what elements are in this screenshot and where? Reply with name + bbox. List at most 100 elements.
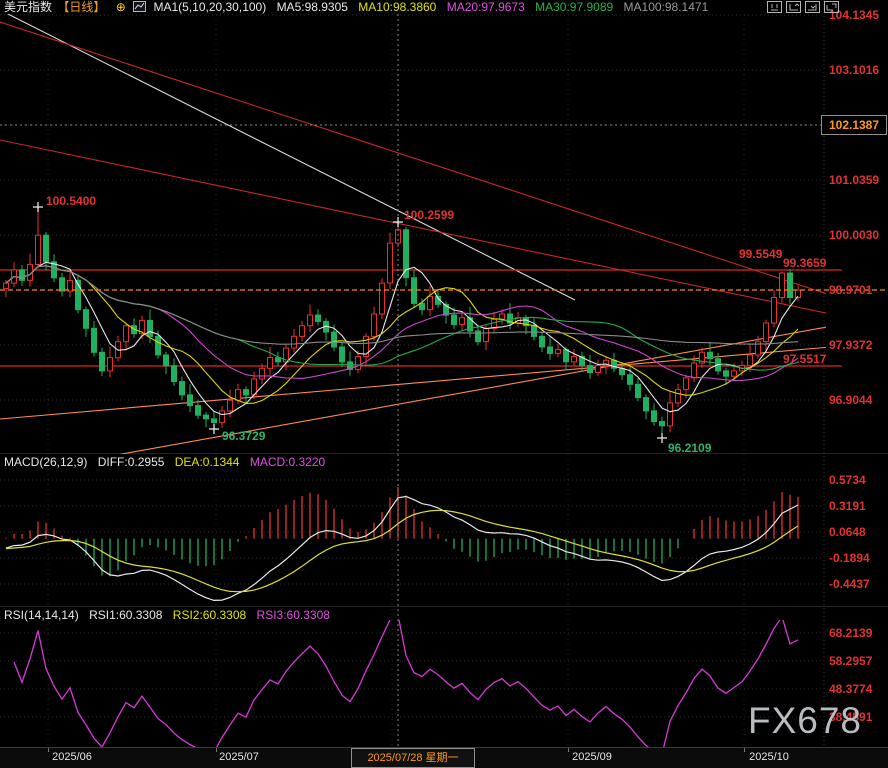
candle-body[interactable] [676, 390, 681, 403]
candle-body[interactable] [532, 326, 537, 337]
candle-body[interactable] [276, 358, 281, 362]
price-annotation: 97.5517 [783, 352, 827, 366]
macd-axis-label: -0.1894 [829, 551, 870, 565]
candle-body[interactable] [188, 395, 193, 406]
candle-body[interactable] [452, 315, 457, 325]
layout-new-window-icon[interactable] [824, 1, 839, 13]
candle-body[interactable] [292, 336, 297, 348]
candle-body[interactable] [100, 352, 105, 371]
candle-body[interactable] [668, 403, 673, 426]
candle-body[interactable] [692, 363, 697, 378]
candle-body[interactable] [428, 296, 433, 309]
candle-body[interactable] [236, 390, 241, 401]
trend-line[interactable] [0, 316, 888, 476]
macd-title[interactable]: MACD(26,12,9) [4, 455, 87, 469]
candle-body[interactable] [108, 358, 113, 371]
candle-body[interactable] [172, 366, 177, 382]
price-annotation: 100.2599 [404, 208, 454, 222]
candle-body[interactable] [300, 326, 305, 337]
candle-body[interactable] [356, 357, 361, 370]
candle-body[interactable] [340, 347, 345, 362]
candle-body[interactable] [60, 278, 65, 291]
candle-body[interactable] [204, 415, 209, 419]
x-axis-tick [48, 748, 49, 752]
macd-axis-label: 0.3191 [829, 499, 866, 513]
candle-body[interactable] [380, 283, 385, 314]
price-annotation: 96.2109 [668, 441, 712, 455]
candle-body[interactable] [732, 371, 737, 376]
candle-body[interactable] [548, 347, 553, 353]
candle-body[interactable] [228, 400, 233, 411]
candle-body[interactable] [660, 422, 665, 426]
candle-body[interactable] [772, 298, 777, 324]
ma100-value: MA100:98.1471 [624, 0, 709, 14]
x-axis-label: 2025/07 [219, 751, 259, 763]
candle-body[interactable] [788, 273, 793, 298]
rsi-axis-label: 68.2139 [829, 626, 873, 640]
candle-body[interactable] [20, 270, 25, 281]
candle-body[interactable] [36, 235, 41, 264]
trend-line[interactable] [0, 342, 888, 419]
candle-body[interactable] [268, 358, 273, 369]
macd-dea-value: DEA:0.1344 [175, 455, 240, 469]
candle-body[interactable] [124, 326, 129, 342]
candle-body[interactable] [164, 355, 169, 366]
candle-body[interactable] [484, 328, 489, 341]
candle-body[interactable] [260, 368, 265, 379]
layout-grid-icon[interactable] [767, 1, 782, 13]
crosshair-date-label: 2025/07/28 星期一 [351, 748, 475, 768]
layout-right-panel-icon[interactable] [805, 1, 820, 13]
candle-body[interactable] [708, 352, 713, 358]
candle-body[interactable] [636, 384, 641, 397]
ma10-value: MA10:98.3860 [358, 0, 436, 14]
fx678-watermark: FX678 [748, 700, 862, 742]
add-indicator-icon[interactable]: ⊕ [116, 0, 126, 14]
candle-body[interactable] [220, 411, 225, 423]
candle-body[interactable] [316, 315, 321, 321]
candle-body[interactable] [644, 398, 649, 411]
candle-body[interactable] [44, 235, 49, 262]
candle-body[interactable] [4, 283, 9, 288]
candle-body[interactable] [652, 411, 657, 422]
rsi-axis-label: 58.2957 [829, 654, 873, 668]
ma-settings-label[interactable]: MA1(5,10,20,30,100) [153, 0, 266, 14]
candle-body[interactable] [156, 336, 161, 355]
x-axis-label: 2025/09 [572, 751, 612, 763]
candle-body[interactable] [540, 336, 545, 347]
price-axis-label: 96.9044 [829, 393, 873, 407]
candle-body[interactable] [388, 243, 393, 283]
candle-body[interactable] [244, 390, 249, 395]
candle-body[interactable] [500, 314, 505, 319]
candle-body[interactable] [684, 378, 689, 390]
period-selector[interactable]: 【日线】 [57, 0, 105, 14]
candle-body[interactable] [332, 332, 337, 347]
candle-body[interactable] [196, 406, 201, 416]
candle-body[interactable] [148, 320, 153, 336]
candle-body[interactable] [92, 328, 97, 352]
candle-body[interactable] [588, 366, 593, 373]
chart-canvas[interactable]: 104.1345103.1016102.0687101.0359100.0030… [0, 0, 888, 768]
candle-body[interactable] [764, 323, 769, 342]
layout-left-panel-icon[interactable] [786, 1, 801, 13]
candle-body[interactable] [596, 366, 601, 373]
candle-body[interactable] [212, 419, 217, 423]
trend-line[interactable] [0, 10, 575, 300]
candle-body[interactable] [84, 310, 89, 329]
macd-axis-label: 0.5734 [829, 473, 866, 487]
rsi-title[interactable]: RSI(14,14,14) [4, 608, 79, 622]
x-axis-label: 2025/06 [52, 751, 92, 763]
candle-body[interactable] [748, 355, 753, 366]
candle-body[interactable] [556, 350, 561, 354]
candle-body[interactable] [628, 375, 633, 385]
candle-body[interactable] [572, 357, 577, 362]
candle-body[interactable] [372, 314, 377, 336]
macd-axis-label: -0.4437 [829, 577, 870, 591]
candle-body[interactable] [180, 382, 185, 395]
candle-body[interactable] [460, 318, 465, 325]
candle-body[interactable] [308, 315, 313, 326]
candle-body[interactable] [420, 303, 425, 309]
candle-body[interactable] [780, 273, 785, 298]
candle-body[interactable] [396, 230, 401, 243]
candle-body[interactable] [564, 350, 569, 362]
candle-body[interactable] [724, 371, 729, 376]
